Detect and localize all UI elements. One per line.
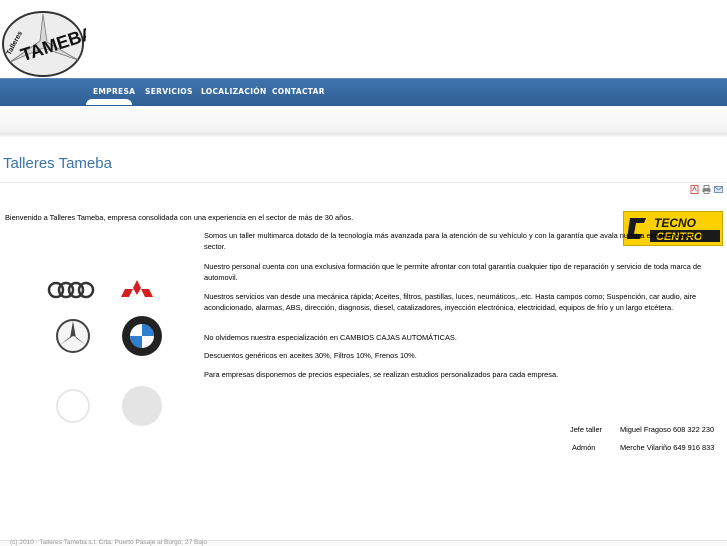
mercedes-logo: [56, 319, 90, 353]
brand-logos-graphic: [47, 280, 162, 426]
contact-role-admon: Admón: [572, 443, 596, 452]
nav-item-localizacion[interactable]: LOCALIZACIÓN: [201, 79, 267, 106]
print-icon[interactable]: [702, 185, 711, 194]
band-shadow: [0, 133, 727, 137]
email-icon[interactable]: [714, 185, 723, 194]
nav-item-contactar[interactable]: CONTACTAR: [272, 79, 325, 106]
pdf-icon[interactable]: [690, 185, 699, 194]
contact-name-jefe: Miguel Fragoso 608 322 230: [620, 425, 715, 434]
site-logo[interactable]: Talleres TAMEBA: [0, 8, 96, 78]
brand-logos-image: [20, 258, 195, 428]
welcome-text: Bienvenido a Talleres Tameba, empresa co…: [5, 213, 354, 222]
contact-name-admon: Merche Vilariño 649 916 833: [620, 443, 715, 452]
page-title: Talleres Tameba: [3, 155, 112, 172]
paragraph-5: Descuentos genéricos en aceites 30%, Fil…: [204, 351, 417, 360]
bmw-logo: [122, 316, 162, 356]
subheader-band: [0, 106, 727, 136]
mitsubishi-logo: [121, 280, 153, 297]
paragraph-6: Para empresas disponemos de precios espe…: [204, 370, 559, 379]
title-divider: [0, 182, 727, 183]
logo-reflection: [56, 386, 162, 426]
logo-graphic: Talleres TAMEBA: [2, 11, 96, 77]
paragraph-2: Nuestro personal cuenta con una exclusiv…: [204, 262, 702, 282]
audi-logo: [47, 281, 95, 299]
active-nav-indicator: [86, 99, 132, 105]
paragraph-4: No olvidemos nuestra especialización en …: [204, 333, 457, 342]
paragraph-1: Somos un taller multimarca dotado de la …: [204, 231, 703, 251]
contact-role-jefe: Jefe taller: [570, 425, 603, 434]
badge-line-1: TECNO: [654, 216, 697, 230]
nav-item-servicios[interactable]: SERVICIOS: [145, 79, 193, 106]
paragraph-3: Nuestros servicios van desde una mecánic…: [204, 292, 697, 312]
